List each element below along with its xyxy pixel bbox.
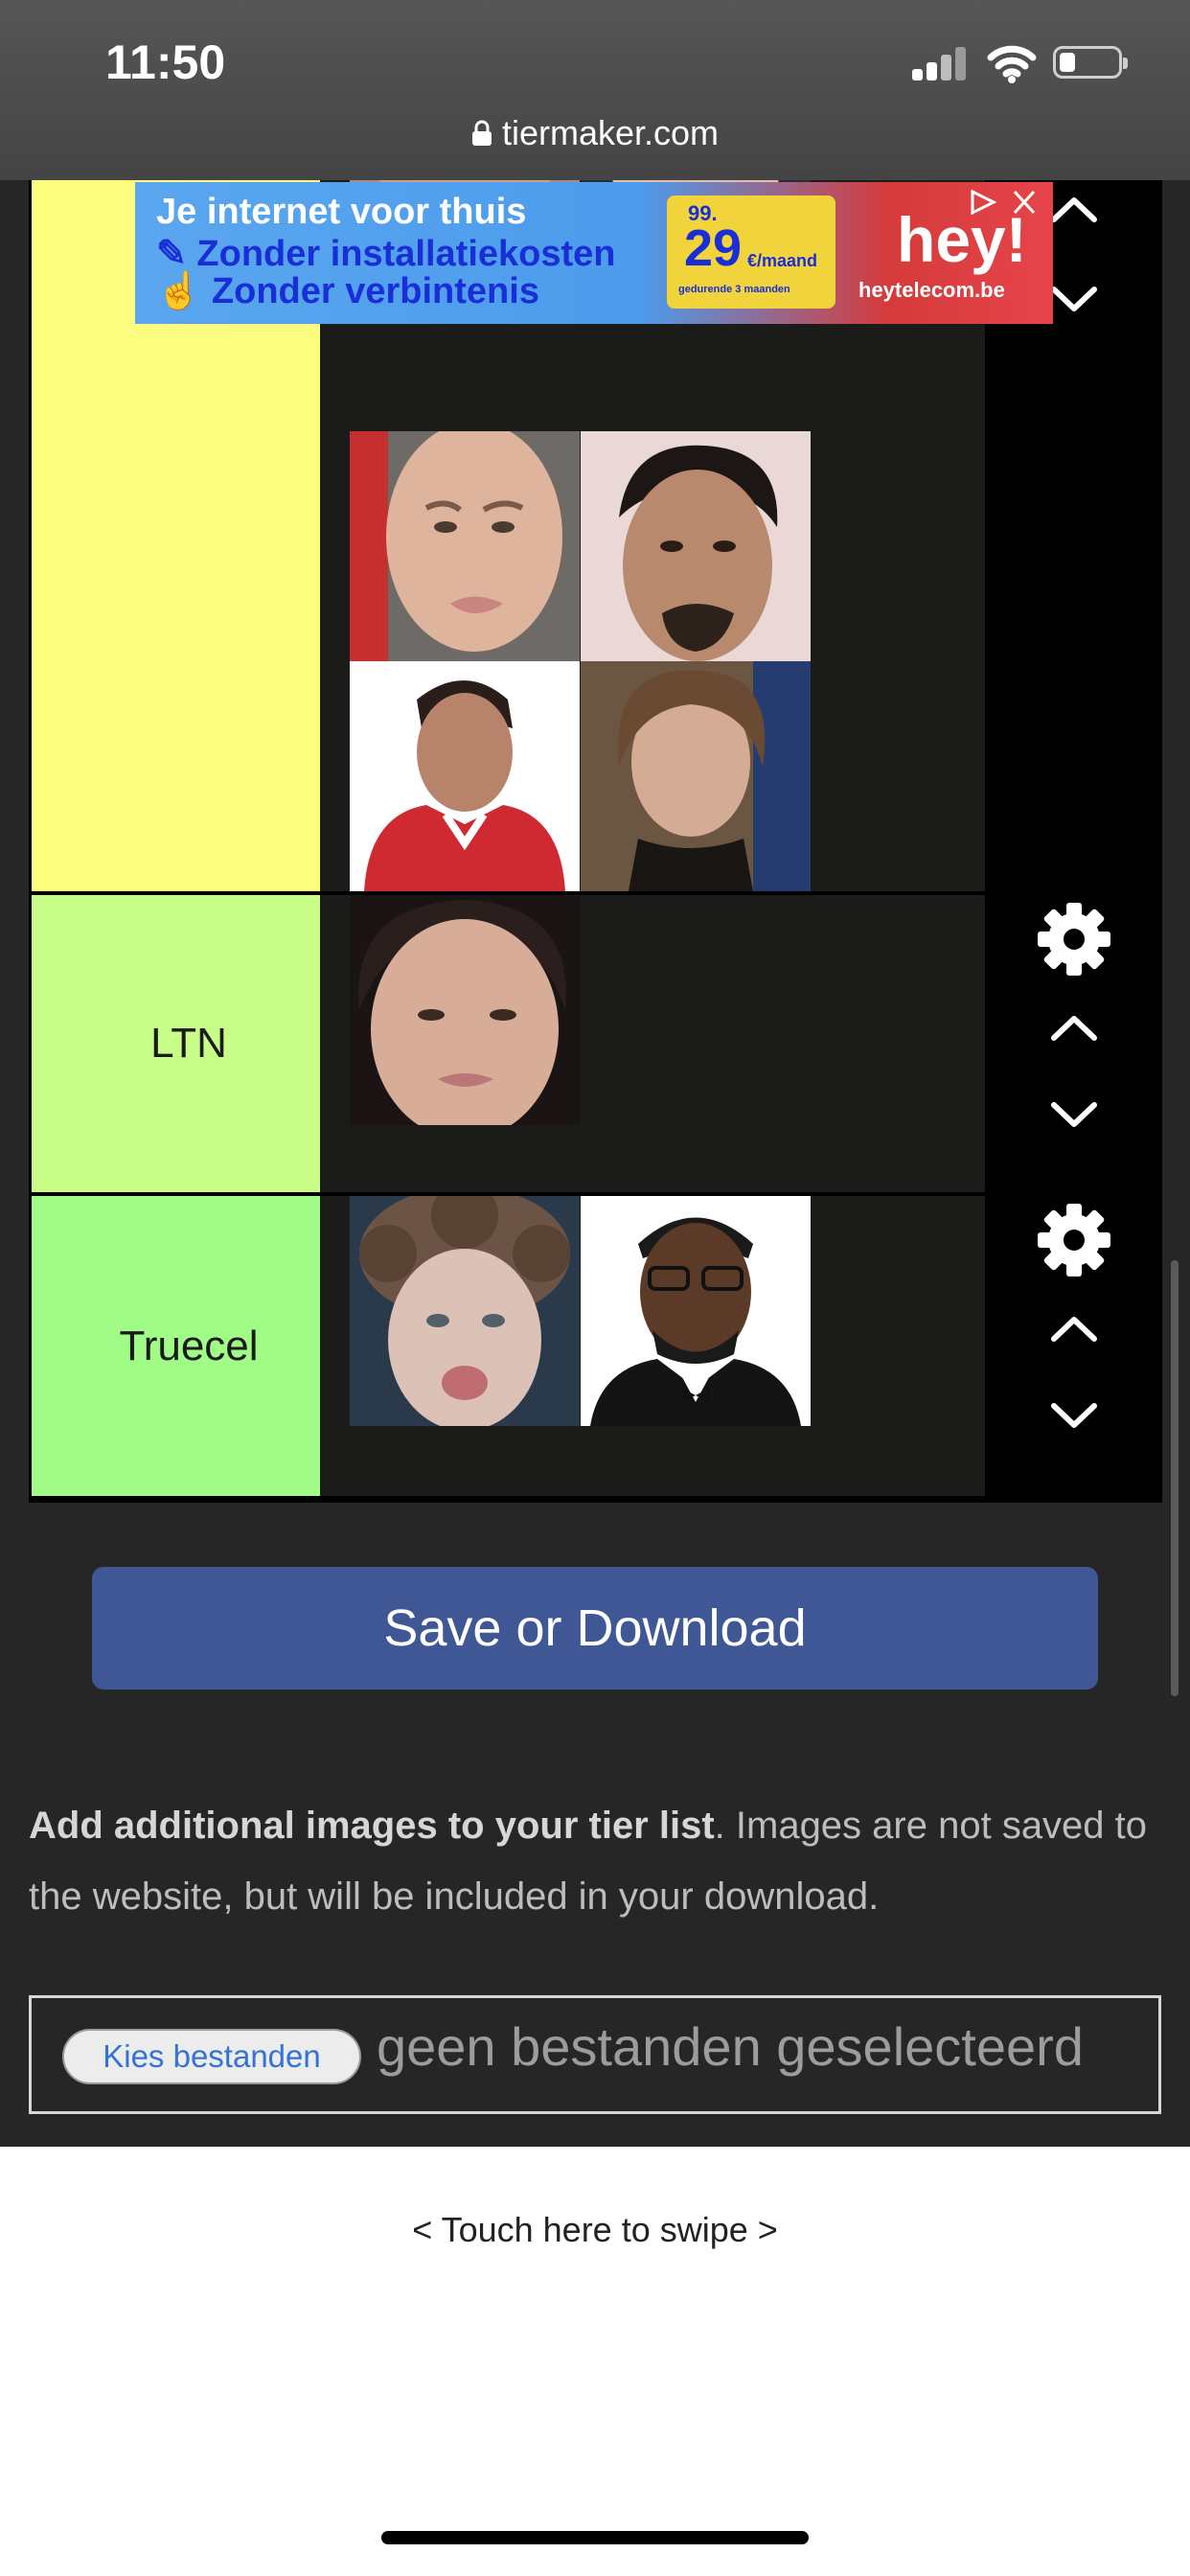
file-upload: Kies bestanden geen bestanden geselectee… bbox=[29, 1995, 1161, 2114]
tier-image[interactable] bbox=[350, 1196, 580, 1426]
move-up-button[interactable] bbox=[985, 1284, 1162, 1372]
tier-items-ltn bbox=[320, 895, 985, 1192]
ad-close-icon[interactable] bbox=[1009, 188, 1040, 221]
move-up-button[interactable] bbox=[985, 983, 1162, 1071]
url-bar[interactable]: tiermaker.com bbox=[0, 113, 1190, 155]
tier-row-ltn: LTN bbox=[29, 895, 1162, 1192]
chevron-down-icon bbox=[1050, 1102, 1097, 1127]
ad-banner[interactable]: Je internet voor thuis ✎ Zonder installa… bbox=[135, 182, 1053, 324]
tier-settings-button[interactable] bbox=[985, 895, 1162, 983]
ad-site: heytelecom.be bbox=[858, 278, 1005, 302]
choose-files-button[interactable]: Kies bestanden bbox=[62, 2029, 361, 2084]
ad-line-2: Zonder installatiekosten bbox=[196, 234, 616, 274]
swipe-area[interactable]: < Touch here to swipe > bbox=[0, 2147, 1190, 2576]
ad-choices-icon[interactable] bbox=[967, 188, 999, 221]
chevron-up-icon bbox=[1050, 1016, 1097, 1041]
url-text: tiermaker.com bbox=[501, 113, 720, 152]
tier-label-truecel[interactable]: Truecel bbox=[32, 1196, 346, 1496]
tier-image[interactable] bbox=[581, 431, 811, 661]
tier-image[interactable] bbox=[581, 661, 811, 891]
battery-icon bbox=[1053, 46, 1128, 79]
chevron-up-icon bbox=[1050, 1317, 1097, 1342]
browser-top-bar: 11:50 tiermaker.com bbox=[0, 0, 1190, 180]
ad-price-badge: 99. 29 €/maand gedurende 3 maanden bbox=[667, 196, 835, 309]
chevron-up-icon bbox=[1050, 197, 1097, 222]
add-images-heading: Add additional images to your tier list bbox=[29, 1805, 715, 1847]
ad-logo: hey! bbox=[897, 204, 1027, 275]
move-down-button[interactable] bbox=[985, 1071, 1162, 1160]
thumbs-up-icon: ☝ bbox=[156, 271, 202, 311]
wifi-icon bbox=[987, 42, 1037, 84]
home-indicator[interactable] bbox=[381, 2531, 809, 2544]
tier-items-truecel bbox=[320, 1196, 985, 1496]
page-scrollbar[interactable] bbox=[1171, 1260, 1179, 1696]
tier-controls-truecel bbox=[985, 1196, 1162, 1496]
tier-image[interactable] bbox=[350, 661, 580, 891]
tier-controls-ltn bbox=[985, 895, 1162, 1192]
lock-icon bbox=[471, 115, 492, 155]
file-status: geen bestanden geselecteerd bbox=[377, 2016, 1084, 2077]
gear-icon bbox=[1037, 903, 1110, 976]
add-images-info: Add additional images to your tier list.… bbox=[29, 1790, 1169, 1932]
gear-icon bbox=[1037, 1204, 1110, 1276]
tier-label-ltn[interactable]: LTN bbox=[32, 895, 346, 1192]
tier-image[interactable] bbox=[350, 895, 580, 1125]
save-or-download-button[interactable]: Save or Download bbox=[92, 1567, 1098, 1690]
chevron-down-icon bbox=[1050, 1403, 1097, 1428]
swipe-hint: < Touch here to swipe > bbox=[412, 2210, 778, 2249]
wrench-icon: ✎ bbox=[156, 234, 187, 274]
tier-settings-button[interactable] bbox=[985, 1196, 1162, 1284]
tier-list: LTN Truecel bbox=[29, 180, 1162, 1503]
chevron-down-icon bbox=[1050, 287, 1097, 311]
ad-headline: Je internet voor thuis bbox=[156, 192, 527, 232]
signal-icon bbox=[912, 46, 966, 80]
tier-image[interactable] bbox=[350, 431, 580, 661]
move-down-button[interactable] bbox=[985, 1372, 1162, 1460]
ad-line-3: Zonder verbintenis bbox=[211, 271, 539, 311]
tier-row-truecel: Truecel bbox=[29, 1196, 1162, 1496]
tier-image[interactable] bbox=[581, 1196, 811, 1426]
status-time: 11:50 bbox=[105, 35, 226, 89]
